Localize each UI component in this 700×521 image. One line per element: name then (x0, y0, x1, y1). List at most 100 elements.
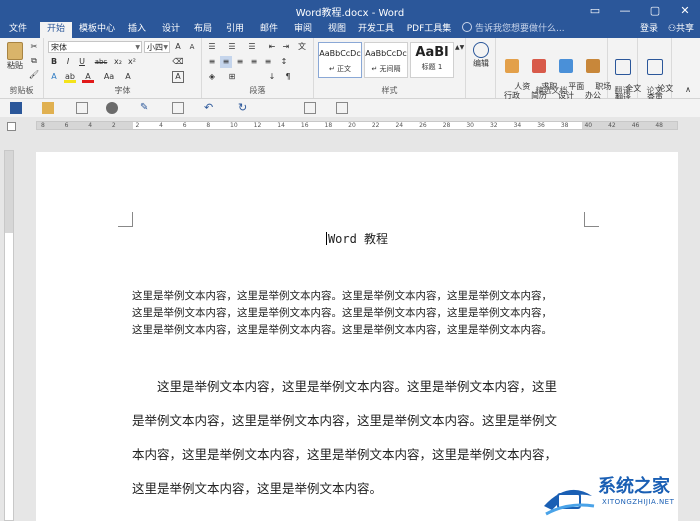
char-shading-icon[interactable]: A (122, 71, 134, 83)
text-effects-icon[interactable]: A (48, 71, 60, 83)
lightbulb-icon (462, 22, 472, 32)
tab-references[interactable]: 引用 (222, 22, 248, 38)
tab-file[interactable]: 文件 (4, 22, 32, 38)
login-link[interactable]: 登录 (636, 22, 662, 38)
collapse-ribbon-icon[interactable]: ∧ (682, 84, 694, 96)
font-size-select[interactable]: 小四 ▼ (144, 41, 170, 53)
strikethrough-button[interactable]: abc (92, 56, 110, 68)
touch-mode-icon[interactable] (106, 102, 118, 114)
numbering-icon[interactable]: ☰ (226, 41, 238, 53)
superscript-button[interactable]: x² (126, 56, 138, 68)
font-color-button[interactable]: A (82, 71, 94, 83)
paper-check-icon (647, 59, 663, 75)
editing-button[interactable]: 编辑 (468, 42, 494, 69)
ruler-number: 38 (560, 122, 569, 129)
redo-icon[interactable]: ↻ (238, 102, 250, 114)
borders-icon[interactable]: ⊞ (226, 71, 238, 83)
large-paragraph[interactable]: 这里是举例文本内容，这里是举例文本内容。这里是举例文本内容，这里 是举例文本内容… (132, 370, 582, 506)
tab-mailings[interactable]: 邮件 (256, 22, 282, 38)
document-page[interactable]: Word 教程 这里是举例文本内容，这里是举例文本内容。这里是举例文本内容，这里… (36, 152, 678, 521)
ruler-number: 22 (371, 122, 380, 129)
font-name-select[interactable]: 宋体 ▼ (48, 41, 142, 53)
document-title-text: Word 教程 (327, 232, 389, 246)
ruler-number: 4 (159, 122, 163, 129)
spelling-check-icon[interactable]: ✎ (140, 102, 152, 114)
print-preview-icon[interactable] (172, 102, 184, 114)
bold-button[interactable]: B (48, 56, 60, 68)
tab-home[interactable]: 开始 (40, 22, 72, 38)
small-paragraph[interactable]: 这里是举例文本内容，这里是举例文本内容。这里是举例文本内容，这里是举例文本内容，… (132, 288, 592, 339)
insert-picture-icon[interactable] (336, 102, 348, 114)
small-line: 这里是举例文本内容，这里是举例文本内容。这里是举例文本内容，这里是举例文本内容， (132, 290, 552, 302)
save-icon[interactable] (10, 102, 22, 114)
italic-button[interactable]: I (62, 56, 74, 68)
group-font: 宋体 ▼ 小四 ▼ A A B I U abc x₂ x² ⌫ A ab A Aa … (44, 38, 202, 98)
style-normal[interactable]: AaBbCcDc ↵ 正文 (318, 42, 362, 78)
align-right-icon[interactable]: ≡ (234, 56, 246, 68)
minimize-icon[interactable]: — (610, 0, 640, 22)
copy-icon[interactable]: ⧉ (28, 55, 40, 67)
share-button[interactable]: ⚇共享 (664, 22, 698, 38)
undo-icon[interactable]: ↶ (204, 102, 216, 114)
justify-icon[interactable]: ≡ (248, 56, 260, 68)
clipboard-icon (7, 42, 23, 60)
cut-icon[interactable]: ✂ (28, 41, 40, 53)
multilevel-list-icon[interactable]: ☰ (246, 41, 258, 53)
shading-icon[interactable]: ◈ (206, 71, 218, 83)
restore-icon[interactable]: ▢ (640, 0, 670, 22)
document-title[interactable]: Word 教程 (36, 230, 678, 247)
align-center-icon[interactable]: ≡ (220, 56, 232, 68)
sort-icon[interactable]: ↓ (266, 71, 278, 83)
tab-developer[interactable]: 开发工具 (356, 22, 396, 38)
ruler-number: 30 (466, 122, 474, 129)
tab-template-center[interactable]: 模板中心 (78, 22, 116, 38)
docs-group-label: 精选文档 (535, 86, 568, 95)
chinese-layout-icon[interactable]: 文 (296, 41, 308, 53)
format-painter-icon[interactable]: 🖌 (28, 69, 40, 81)
tab-insert[interactable]: 插入 (124, 22, 150, 38)
distributed-icon[interactable]: ≡ (262, 56, 274, 68)
tab-pdf-tools[interactable]: PDF工具集 (404, 22, 454, 38)
insert-table-icon[interactable] (304, 102, 316, 114)
style-no-spacing[interactable]: AaBbCcDc ↵ 无间隔 (364, 42, 408, 78)
grow-font-button[interactable]: A (172, 41, 184, 53)
open-folder-icon[interactable] (42, 102, 54, 114)
styles-scroll-icon[interactable]: ▲▼ (455, 42, 464, 54)
watermark-url: XITONGZHIJIA.NET (602, 498, 675, 506)
shrink-font-button[interactable]: A (186, 41, 198, 53)
bullets-icon[interactable]: ☰ (206, 41, 218, 53)
close-icon[interactable]: ✕ (670, 0, 700, 22)
subscript-button[interactable]: x₂ (112, 56, 124, 68)
highlight-icon[interactable]: ab (64, 71, 76, 83)
clear-formatting-icon[interactable]: ⌫ (172, 56, 184, 68)
tab-design[interactable]: 设计 (158, 22, 184, 38)
style-sample: AaBbCcDc (365, 49, 407, 58)
horizontal-ruler[interactable]: 8 6 4 2 2 4 6 8 10 12 14 16 18 20 22 24 26 28 30 32 34 36 38 40… (36, 121, 678, 130)
underline-button[interactable]: U (76, 56, 88, 68)
align-left-icon[interactable]: ≡ (206, 56, 218, 68)
ruler-number: 46 (631, 122, 640, 129)
tab-selector-icon[interactable] (7, 122, 16, 131)
tell-me-text: 告诉我您想要做什么... (475, 24, 565, 34)
char-border-button[interactable]: A (172, 71, 184, 83)
style-heading-1[interactable]: AaBl 标题 1 (410, 42, 454, 78)
tab-layout[interactable]: 布局 (190, 22, 216, 38)
clipboard-group-label: 剪贴板 (9, 86, 34, 95)
graphic-design-icon (559, 59, 573, 73)
change-case-button[interactable]: Aa (100, 71, 118, 83)
superscript-label: x² (128, 57, 136, 66)
new-document-icon[interactable] (76, 102, 88, 114)
ribbon-display-options-icon[interactable]: ▭ (580, 0, 610, 22)
vertical-ruler[interactable] (4, 150, 14, 521)
tell-me-box[interactable]: 告诉我您想要做什么... (462, 22, 565, 38)
decrease-indent-icon[interactable]: ⇤ (266, 41, 278, 53)
line-spacing-icon[interactable]: ↕ (278, 56, 290, 68)
show-marks-icon[interactable]: ¶ (282, 71, 294, 83)
tab-review[interactable]: 审阅 (290, 22, 316, 38)
ruler-number: 4 (88, 122, 93, 129)
group-styles: AaBbCcDc ↵ 正文 AaBbCcDc ↵ 无间隔 AaBl 标题 1 ▲… (314, 38, 466, 98)
ruler-number: 36 (537, 122, 545, 129)
tab-view[interactable]: 视图 (324, 22, 350, 38)
increase-indent-icon[interactable]: ⇥ (280, 41, 292, 53)
paste-button[interactable]: 粘贴 (4, 42, 26, 71)
